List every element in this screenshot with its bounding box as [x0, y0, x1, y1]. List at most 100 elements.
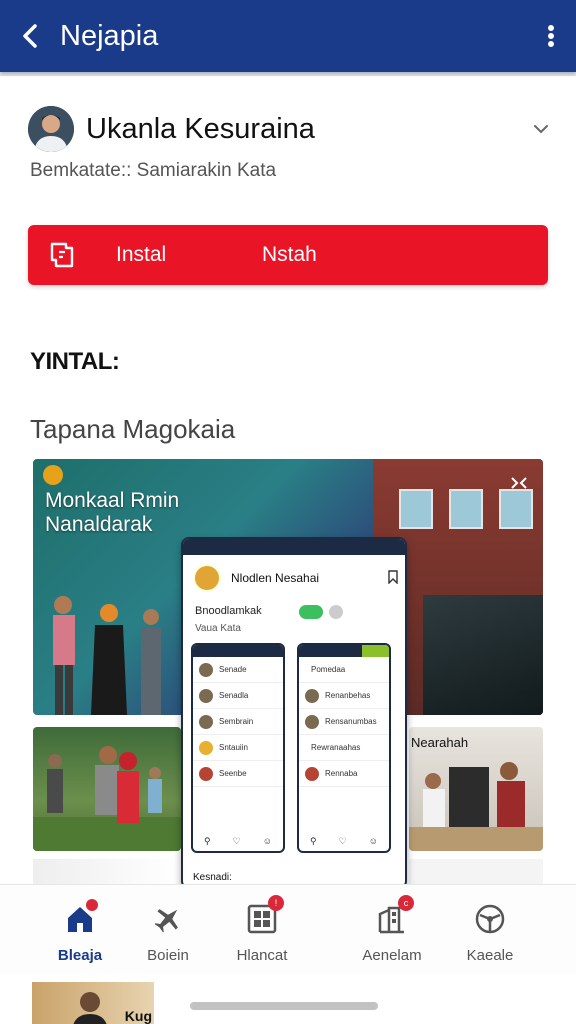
phone-subtitle: Bnoodlamkak [195, 605, 262, 617]
list-item-label: Rennaba [325, 769, 358, 778]
user-icon: ☺ [262, 836, 272, 846]
list-item: Senadla [193, 683, 283, 709]
list-item-label: Seenbe [219, 769, 247, 778]
avatar[interactable] [28, 106, 74, 152]
phone-header: Nlodlen Nesahai [183, 555, 405, 601]
list-item: Rennaba [299, 761, 389, 787]
user-icon: ☺ [368, 836, 378, 846]
expand-icon[interactable] [511, 477, 527, 489]
list-item-label: Sembrain [219, 717, 254, 726]
list-item-label: Pomedaa [311, 665, 346, 674]
list-item-label: Senadla [219, 691, 249, 700]
more-options-button[interactable] [526, 0, 576, 72]
family-image [33, 746, 181, 851]
avatar [305, 714, 319, 729]
nav-item-plan[interactable]: ! Hlancat [212, 895, 312, 969]
window-shape [449, 489, 483, 529]
install-button[interactable]: Instal Nstah [28, 225, 548, 285]
avatar [199, 688, 213, 703]
nav-label: Hlancat [236, 947, 288, 964]
avatar [305, 688, 319, 703]
app-header: Ukanla Kesuraina [28, 104, 556, 154]
window-shape [399, 489, 433, 529]
nav-item-travel[interactable]: Boiein [118, 899, 218, 969]
mini-status-bar [299, 645, 389, 657]
home-icon [60, 899, 100, 939]
chevron-down-icon [534, 125, 548, 134]
list-item: Renanbehas [299, 683, 389, 709]
app-subtitle: Bemkatate:: Samiarakin Kata [30, 160, 277, 181]
avatar [305, 766, 319, 781]
avatar [199, 714, 213, 729]
phone-mockup: Nlodlen Nesahai Bnoodlamkak Vaua Kata Se… [181, 537, 407, 889]
list-item: Sembrain [193, 709, 283, 735]
bottom-navigation: Bleaja Boiein ! Hlancat c Aenelam Kaeale [0, 884, 576, 974]
bookmark-icon [387, 569, 405, 587]
phone-footer-text: Kesnadi: [193, 872, 232, 883]
nav-item-building[interactable]: c Aenelam [342, 895, 442, 969]
notification-dot [86, 899, 98, 911]
preview-text: Kug [124, 1008, 152, 1024]
main-photo-title: Monkaal Rmin Nanaldarak [45, 489, 179, 537]
nav-label: Aenelam [362, 947, 422, 964]
nav-label: Bleaja [57, 947, 103, 964]
list-item-label: Rensanumbas [325, 717, 377, 726]
heart-icon: ♡ [338, 836, 347, 846]
chevron-left-icon [23, 24, 37, 48]
header-divider [0, 72, 576, 76]
page-title: Nejapia [60, 19, 159, 52]
search-icon: ⚲ [204, 836, 211, 846]
search-icon: ⚲ [310, 836, 317, 846]
main-photo-title-line2: Nanaldarak [45, 513, 153, 536]
section-subheading: Tapana Magokaia [30, 414, 236, 444]
right-photo-title: Nearahah [411, 735, 469, 750]
logo-badge-icon [43, 465, 63, 485]
home-indicator[interactable] [190, 1002, 378, 1010]
nav-item-home[interactable]: Bleaja [30, 899, 130, 969]
toggle-pill [299, 605, 323, 619]
heart-icon: ♡ [232, 836, 241, 846]
screenshot-thumbnail[interactable]: Nearahah [409, 727, 543, 851]
expand-button[interactable] [526, 124, 556, 134]
next-item-preview[interactable]: Kug [32, 982, 154, 1024]
list-item: Rewranaahas [299, 735, 389, 761]
list-item-label: Senade [219, 665, 247, 674]
mini-tab-bar: ⚲ ♡ ☺ [299, 836, 389, 847]
main-photo-title-line1: Monkaal Rmin [45, 489, 180, 512]
install-secondary-label: Nstah [262, 243, 317, 266]
screenshot-gallery[interactable]: Monkaal Rmin Nanaldarak Nearahah Nlodlen… [33, 459, 543, 889]
nav-item-drive[interactable]: Kaeale [440, 899, 540, 969]
top-app-bar: Nejapia [0, 0, 576, 72]
avatar [199, 766, 213, 781]
avatar [193, 564, 221, 592]
install-icon [46, 238, 94, 272]
phone-caption: Vaua Kata [195, 623, 241, 634]
mini-status-bar [193, 645, 283, 657]
avatar [199, 740, 213, 755]
notification-badge: c [398, 895, 414, 911]
back-button[interactable] [0, 0, 60, 72]
avatar [199, 662, 213, 677]
grid-icon: ! [242, 895, 284, 939]
steering-wheel-icon [470, 899, 510, 939]
list-item-label: Renanbehas [325, 691, 371, 700]
nav-label: Kaeale [466, 947, 514, 964]
install-label: Instal [116, 243, 167, 266]
list-item-label: Rewranaahas [311, 743, 361, 752]
plane-icon [148, 899, 188, 939]
list-item-label: Sntauiin [219, 743, 248, 752]
status-dot [329, 605, 343, 619]
more-vertical-icon [548, 25, 554, 47]
control-console-image [423, 595, 543, 715]
mini-screen-left: Senade Senadla Sembrain Sntauiin Seenbe … [191, 643, 285, 853]
phone-app-name: Nlodlen Nesahai [231, 571, 320, 585]
person-icon [28, 106, 74, 152]
list-item: Sntauiin [193, 735, 283, 761]
screenshot-thumbnail[interactable] [33, 727, 181, 851]
window-shape [499, 489, 533, 529]
list-item: Rensanumbas [299, 709, 389, 735]
phone-status-bar [183, 539, 405, 555]
section-heading: YINTAL: [30, 348, 120, 375]
app-name: Ukanla Kesuraina [86, 112, 315, 145]
building-icon: c [372, 895, 414, 939]
